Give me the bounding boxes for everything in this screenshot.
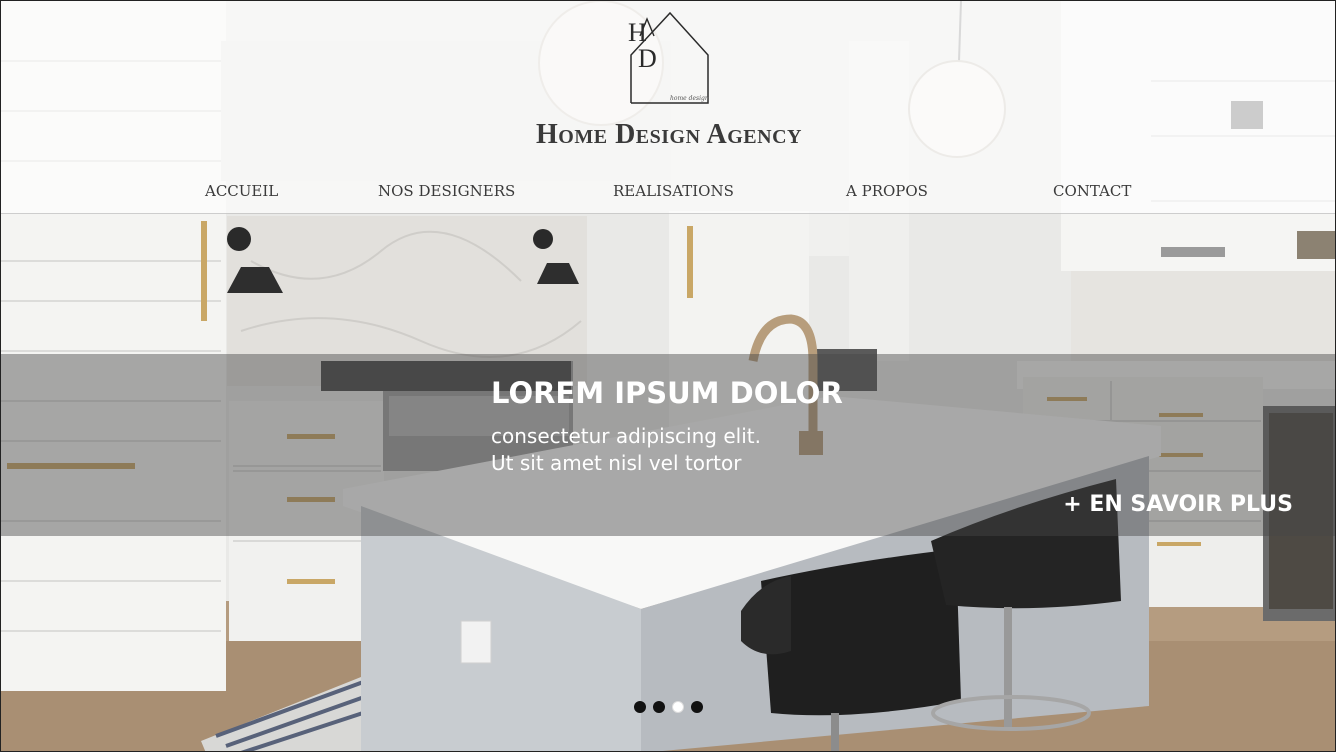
hero-title: LOREM IPSUM DOLOR (491, 376, 843, 410)
had-house-logo[interactable]: H D home design (620, 11, 718, 109)
nav-item-realisations[interactable]: REALISATIONS (613, 182, 734, 200)
nav-item-accueil[interactable]: ACCUEIL (205, 182, 278, 200)
nav-item-contact[interactable]: CONTACT (1053, 182, 1131, 200)
logo-script-text: home design (670, 95, 709, 102)
en-savoir-plus-button[interactable]: + EN SAVOIR PLUS (1063, 492, 1293, 517)
svg-text:H: H (628, 18, 647, 47)
agency-title: Home Design Agency (536, 119, 802, 150)
hero-subtitle-line-1: consectetur adipiscing elit. (491, 424, 761, 448)
hero-subtitle-line-2: Ut sit amet nisl vel tortor (491, 451, 742, 475)
page: H D home design Home Design Agency ACCUE… (0, 0, 1336, 752)
nav-item-a-propos[interactable]: A PROPOS (846, 182, 928, 200)
carousel-dot-1[interactable] (634, 701, 646, 713)
main-nav: ACCUEIL NOS DESIGNERS REALISATIONS A PRO… (1, 182, 1335, 202)
carousel-dot-3[interactable] (672, 701, 684, 713)
nav-item-nos-designers[interactable]: NOS DESIGNERS (378, 182, 515, 200)
carousel-dot-4[interactable] (691, 701, 703, 713)
svg-text:D: D (638, 44, 657, 73)
carousel-dot-2[interactable] (653, 701, 665, 713)
site-header: H D home design Home Design Agency ACCUE… (1, 1, 1335, 214)
hero-subtitle: consectetur adipiscing elit. Ut sit amet… (491, 423, 761, 477)
